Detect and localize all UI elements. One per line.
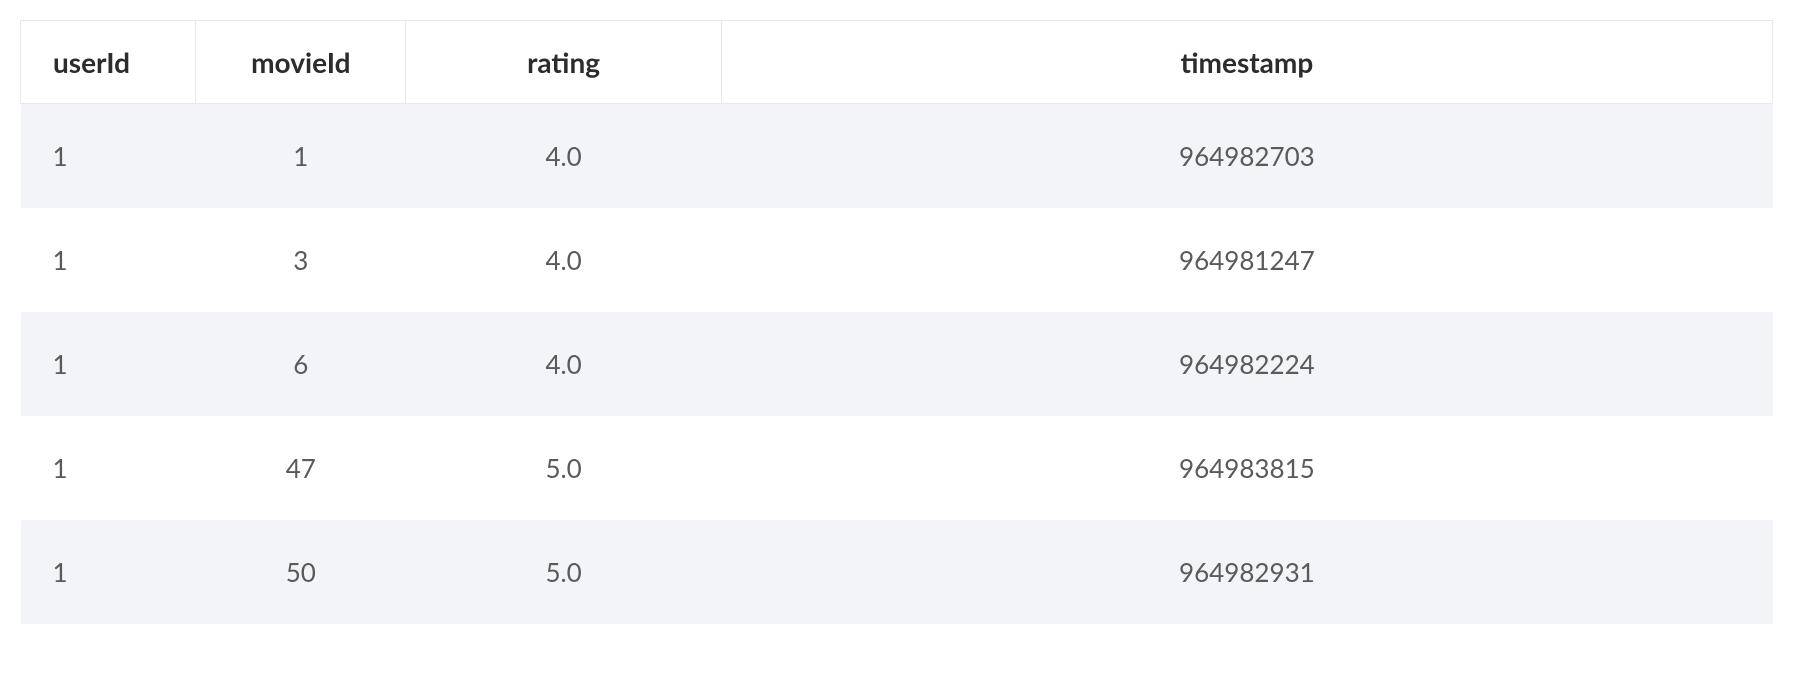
cell-userId: 1 [21, 520, 196, 624]
cell-timestamp: 964981247 [721, 208, 1772, 312]
cell-rating: 4.0 [406, 312, 721, 416]
cell-userId: 1 [21, 104, 196, 209]
table-header: userId movieId rating timestamp [21, 21, 1773, 104]
cell-movieId: 6 [196, 312, 406, 416]
table-row: 1 47 5.0 964983815 [21, 416, 1773, 520]
column-header-rating: rating [406, 21, 721, 104]
table-row: 1 6 4.0 964982224 [21, 312, 1773, 416]
cell-movieId: 1 [196, 104, 406, 209]
column-header-userId: userId [21, 21, 196, 104]
cell-timestamp: 964982703 [721, 104, 1772, 209]
cell-userId: 1 [21, 208, 196, 312]
cell-movieId: 47 [196, 416, 406, 520]
cell-rating: 4.0 [406, 208, 721, 312]
column-header-timestamp: timestamp [721, 21, 1772, 104]
table-header-row: userId movieId rating timestamp [21, 21, 1773, 104]
cell-userId: 1 [21, 416, 196, 520]
table-row: 1 50 5.0 964982931 [21, 520, 1773, 624]
table-body: 1 1 4.0 964982703 1 3 4.0 964981247 1 6 … [21, 104, 1773, 625]
cell-timestamp: 964982931 [721, 520, 1772, 624]
cell-timestamp: 964983815 [721, 416, 1772, 520]
cell-rating: 5.0 [406, 520, 721, 624]
cell-movieId: 3 [196, 208, 406, 312]
data-table-container: userId movieId rating timestamp 1 1 4.0 … [20, 20, 1773, 624]
cell-timestamp: 964982224 [721, 312, 1772, 416]
column-header-movieId: movieId [196, 21, 406, 104]
data-table: userId movieId rating timestamp 1 1 4.0 … [20, 20, 1773, 624]
cell-rating: 5.0 [406, 416, 721, 520]
cell-userId: 1 [21, 312, 196, 416]
table-row: 1 1 4.0 964982703 [21, 104, 1773, 209]
cell-rating: 4.0 [406, 104, 721, 209]
table-row: 1 3 4.0 964981247 [21, 208, 1773, 312]
cell-movieId: 50 [196, 520, 406, 624]
